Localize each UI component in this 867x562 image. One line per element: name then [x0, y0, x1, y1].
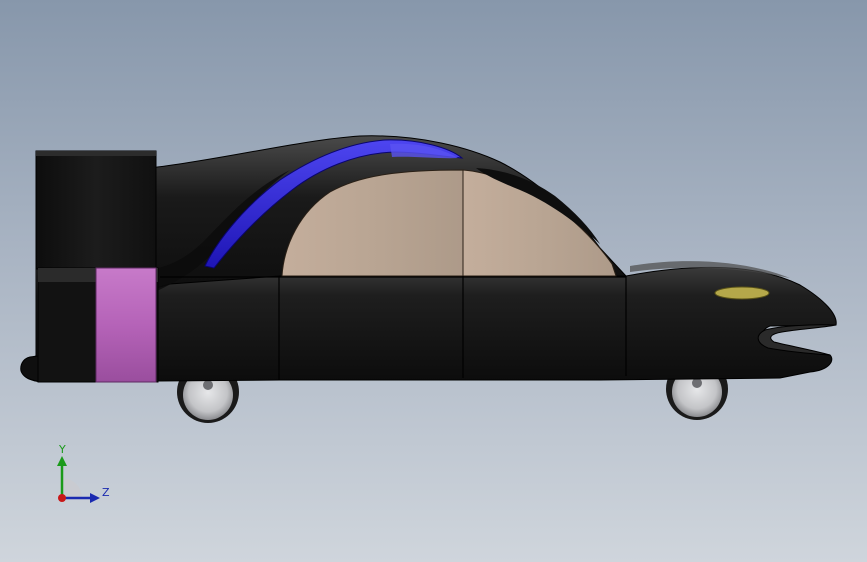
rear-engine-block[interactable] — [35, 150, 157, 270]
z-axis-label: Z — [102, 486, 110, 499]
y-axis-arrow-icon — [57, 456, 67, 466]
front-side-window[interactable] — [462, 169, 617, 277]
x-axis-point-icon — [58, 494, 66, 502]
orientation-triad[interactable]: Y Z — [48, 440, 128, 510]
rear-nub — [20, 355, 39, 382]
car-model[interactable] — [0, 0, 867, 562]
triad-xy-plane — [62, 478, 82, 498]
rear-color-band[interactable] — [95, 267, 157, 383]
z-axis-arrow-icon — [90, 493, 100, 503]
graphics-viewport[interactable]: Y Z — [0, 0, 867, 562]
side-light[interactable] — [714, 286, 770, 300]
y-axis-label: Y — [59, 443, 66, 456]
